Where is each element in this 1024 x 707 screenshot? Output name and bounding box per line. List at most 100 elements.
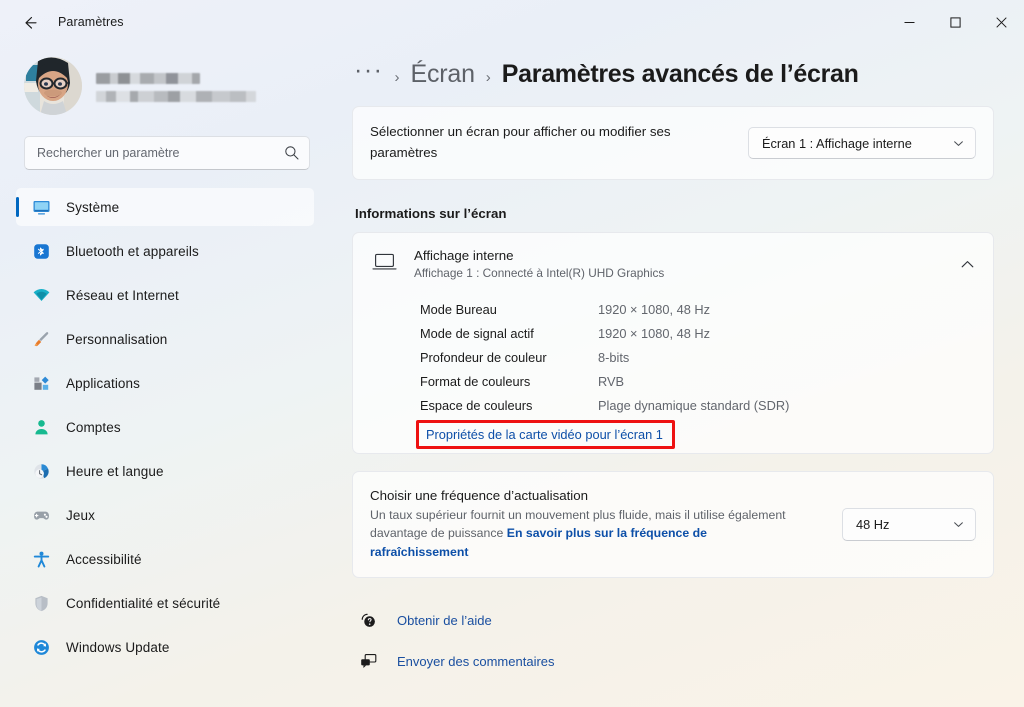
sidebar-item-accessibilite[interactable]: Accessibilité [16, 540, 314, 578]
send-feedback-label: Envoyer des commentaires [397, 653, 555, 669]
breadcrumb-separator: › [394, 69, 400, 86]
sidebar-item-label: Jeux [66, 507, 95, 523]
sidebar-item-jeux[interactable]: Jeux [16, 496, 314, 534]
sidebar-item-bluetooth-et-appareils[interactable]: Bluetooth et appareils [16, 232, 314, 270]
sidebar-item-label: Confidentialité et sécurité [66, 595, 221, 611]
back-arrow-icon [24, 16, 37, 29]
refresh-rate-description: Un taux supérieur fournit un mouvement p… [370, 506, 800, 561]
bluetooth-icon [31, 241, 51, 261]
spec-value: 8-bits [598, 349, 630, 365]
spec-value: 1920 × 1080, 48 Hz [598, 301, 711, 317]
sidebar-item-windows-update[interactable]: Windows Update [16, 628, 314, 666]
sidebar-item-label: Comptes [66, 419, 121, 435]
clock-icon [31, 461, 51, 481]
maximize-button[interactable] [932, 0, 978, 44]
sidebar-item-heure-et-langue[interactable]: Heure et langue [16, 452, 314, 490]
paintbrush-icon [31, 329, 51, 349]
select-display-description: Sélectionner un écran pour afficher ou m… [370, 124, 671, 160]
display-spec-list: Mode Bureau 1920 × 1080, 48 Hz Mode de s… [353, 295, 993, 449]
sidebar-item-systeme[interactable]: Système [16, 188, 314, 226]
chevron-down-icon [954, 522, 963, 528]
spec-row: Format de couleurs RVB [420, 369, 993, 393]
breadcrumb-separator: › [485, 69, 491, 86]
laptop-display-icon [372, 252, 397, 277]
sidebar-item-label: Bluetooth et appareils [66, 243, 199, 259]
spec-label: Profondeur de couleur [420, 349, 547, 365]
spec-value: 1920 × 1080, 48 Hz [598, 325, 711, 341]
sidebar-item-label: Accessibilité [66, 551, 142, 567]
spec-label: Mode de signal actif [420, 325, 534, 341]
refresh-rate-dropdown[interactable]: 48 Hz [842, 508, 976, 542]
spec-value: RVB [598, 373, 625, 389]
breadcrumb-overflow-button[interactable]: ··· [354, 58, 383, 83]
sidebar-item-label: Réseau et Internet [66, 287, 179, 303]
refresh-rate-card: Choisir une fréquence d’actualisation Un… [352, 471, 994, 579]
sidebar-item-personnalisation[interactable]: Personnalisation [16, 320, 314, 358]
adapter-properties-link[interactable]: Propriétés de la carte vidéo pour l’écra… [420, 424, 669, 445]
get-help-label: Obtenir de l’aide [397, 612, 492, 628]
profile-name-redacted [96, 72, 200, 84]
main-content: ··· › Écran › Paramètres avancés de l’éc… [330, 44, 1024, 707]
page-title: Paramètres avancés de l’écran [501, 60, 859, 88]
display-selector-dropdown[interactable]: Écran 1 : Affichage interne [748, 127, 976, 159]
accessibility-person-icon [31, 549, 51, 569]
sidebar-item-label: Personnalisation [66, 331, 168, 347]
sidebar-item-reseau-et-internet[interactable]: Réseau et Internet [16, 276, 314, 314]
spec-row: Mode Bureau 1920 × 1080, 48 Hz [420, 297, 993, 321]
back-button[interactable] [12, 5, 46, 39]
send-feedback-link[interactable]: Envoyer des commentaires [358, 645, 994, 677]
display-info-header[interactable]: Affichage interne Affichage 1 : Connecté… [353, 233, 993, 295]
account-person-icon [31, 417, 51, 437]
chevron-down-icon [954, 140, 963, 146]
spec-label: Mode Bureau [420, 301, 497, 317]
update-refresh-icon [31, 637, 51, 657]
user-avatar-image [24, 57, 82, 115]
spec-label: Format de couleurs [420, 373, 531, 389]
user-profile[interactable] [16, 44, 314, 122]
get-help-link[interactable]: Obtenir de l’aide [358, 604, 994, 636]
close-button[interactable] [978, 0, 1024, 44]
display-info-text: Affichage interne Affichage 1 : Connecté… [414, 248, 942, 280]
display-info-card: Affichage interne Affichage 1 : Connecté… [352, 232, 994, 454]
system-monitor-icon [31, 197, 51, 217]
refresh-rate-value: 48 Hz [856, 517, 890, 533]
search-box [24, 136, 310, 170]
spec-row: Mode de signal actif 1920 × 1080, 48 Hz [420, 321, 993, 345]
search-input[interactable] [24, 136, 310, 170]
display-info-section-title: Informations sur l’écran [355, 206, 507, 221]
spec-row: Profondeur de couleur 8-bits [420, 345, 993, 369]
wifi-icon [31, 285, 51, 305]
display-name: Affichage interne [414, 248, 514, 263]
avatar [24, 57, 82, 115]
gamepad-icon [31, 505, 51, 525]
sidebar-nav: Système Bluetooth et appareils Réseau et… [16, 188, 314, 666]
minimize-button[interactable] [886, 0, 932, 44]
close-icon [995, 16, 1007, 28]
sidebar-item-label: Système [66, 199, 120, 215]
help-question-icon [358, 611, 378, 630]
shield-icon [31, 593, 51, 613]
maximize-icon [949, 16, 961, 28]
chevron-up-icon[interactable] [959, 256, 976, 273]
app-title: Paramètres [58, 15, 124, 29]
title-bar: Paramètres [0, 0, 1024, 44]
breadcrumb-parent-link[interactable]: Écran [410, 60, 475, 89]
profile-email-redacted [96, 90, 256, 102]
spec-row: Espace de couleurs Plage dynamique stand… [420, 393, 993, 417]
profile-text [96, 71, 256, 102]
settings-window: Paramètres Rechercher un paramètre Systè… [0, 0, 1024, 707]
sidebar-item-label: Heure et langue [66, 463, 164, 479]
sidebar-item-applications[interactable]: Applications [16, 364, 314, 402]
spec-label: Espace de couleurs [420, 397, 533, 413]
apps-icon [31, 373, 51, 393]
adapter-link-container: Propriétés de la carte vidéo pour l’écra… [416, 420, 675, 449]
footer-links: Obtenir de l’aide Envoyer des commentair… [352, 604, 994, 677]
spec-value: Plage dynamique standard (SDR) [598, 397, 790, 413]
sidebar-item-comptes[interactable]: Comptes [16, 408, 314, 446]
display-connection: Affichage 1 : Connecté à Intel(R) UHD Gr… [414, 266, 665, 280]
sidebar-item-confidentialite-et-securite[interactable]: Confidentialité et sécurité [16, 584, 314, 622]
select-display-card: Sélectionner un écran pour afficher ou m… [352, 106, 994, 180]
refresh-rate-title: Choisir une fréquence d’actualisation [370, 488, 589, 503]
minimize-icon [904, 21, 914, 23]
sidebar: Système Bluetooth et appareils [0, 44, 330, 707]
